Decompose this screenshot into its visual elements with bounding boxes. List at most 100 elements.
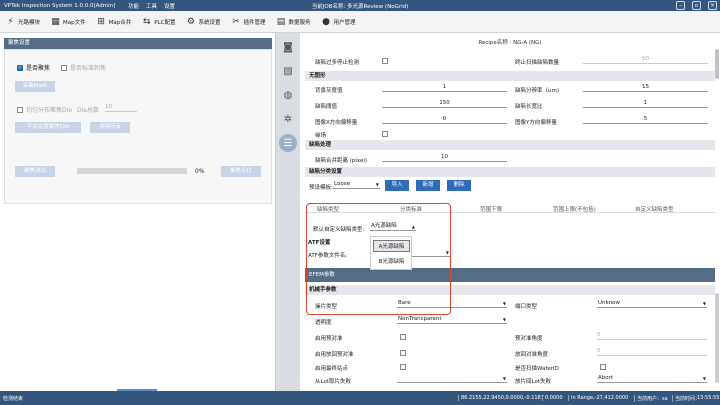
final-site-label: 启用最终站点: [315, 366, 349, 372]
image-icon[interactable]: ▧: [279, 62, 297, 80]
menu-bar: 功能 工具 设置: [128, 2, 175, 10]
settings-wheel-icon[interactable]: ✲: [279, 110, 297, 128]
max-defect-count-label: 终止扫描缺陷数量: [515, 60, 560, 66]
chevron-down-icon: ▼: [502, 317, 506, 322]
toolbar-map-merge[interactable]: ⊞ Map合并: [96, 16, 131, 27]
merge-distance-input[interactable]: 10: [382, 153, 507, 162]
toolbar-light-module[interactable]: ⚡ 光路模块: [5, 16, 40, 27]
mark-checkbox[interactable]: [61, 64, 67, 71]
focus-progress-bar: [77, 168, 187, 174]
toolbar-plc[interactable]: ⇆ PLC配置: [141, 16, 176, 27]
stop-on-defects-checkbox[interactable]: [382, 58, 388, 64]
menu-function[interactable]: 功能: [128, 2, 139, 10]
port-type-label: 端口类型: [515, 304, 538, 310]
section-no-pattern: 无图形: [305, 71, 715, 81]
range-readout: In Range,-27,412.0000: [568, 395, 628, 401]
focus-test-button[interactable]: 聚焦测试: [15, 166, 55, 177]
edge-field-checkbox[interactable]: [382, 131, 388, 137]
add-button[interactable]: 新增: [416, 180, 440, 191]
wafer-icon[interactable]: ◍: [279, 86, 297, 104]
coords-readout: 86.2155,22.9450,0.0000,-0.1187: [458, 395, 544, 401]
image-y-offset-input[interactable]: 5: [583, 115, 708, 124]
gear-icon: ⚙: [186, 16, 195, 27]
toolbar-system-settings[interactable]: ⚙ 系统设置: [185, 16, 221, 27]
title-bar: VPTek Inspection System 1.0.0.0[Admin] 功…: [0, 0, 720, 11]
menu-tools[interactable]: 工具: [146, 2, 157, 10]
database-icon: ▤: [276, 16, 286, 27]
putback-angle-input[interactable]: 0: [597, 347, 707, 356]
defect-resolution-input[interactable]: 15: [583, 83, 708, 92]
toolbar-plugin[interactable]: ✂ 插件管理: [230, 16, 265, 27]
minimize-button[interactable]: –: [676, 1, 685, 10]
lot-return-fail-select[interactable]: Abort ▼: [597, 374, 707, 383]
recipe-title: Recipe名称 : NG-A (NG): [478, 40, 542, 46]
import-button[interactable]: 导入: [385, 180, 409, 191]
toolbar-user[interactable]: ● 用户管理: [321, 16, 355, 27]
scan-waferid-checkbox[interactable]: [600, 364, 606, 370]
prealign-angle-input[interactable]: 0: [597, 331, 707, 340]
mark-label: 是否标准判焦: [70, 65, 107, 72]
preset-template-select[interactable]: Loose ▼: [333, 180, 380, 189]
current-user: 当前用户：sa: [634, 394, 668, 402]
plugin-icon: ✂: [232, 16, 240, 27]
lot-pick-fail-label: 从Lot取片失败: [315, 379, 351, 385]
delete-button[interactable]: 删除: [447, 180, 471, 191]
camera-icon[interactable]: ◙: [279, 38, 297, 56]
efem-scrollbar[interactable]: [715, 293, 719, 383]
putback-prealign-label: 启用放回预对准: [315, 352, 354, 358]
close-button[interactable]: ×: [708, 1, 717, 10]
putback-prealign-checkbox[interactable]: [400, 350, 406, 356]
die-count-label: Die总数: [77, 107, 99, 114]
transparency-label: 透明度: [315, 320, 332, 326]
edge-field-label: 缘场: [315, 133, 327, 139]
custom-type-dropdown: A光源缺陷 B光源缺陷: [370, 236, 412, 270]
transparency-select[interactable]: NonTransparent ▼: [397, 315, 507, 324]
toolbar-database[interactable]: ▤ 数据服务: [276, 16, 311, 27]
side-icon-bar: ◙ ▧ ◍ ✲ ☰: [275, 33, 300, 391]
stop-on-defects-label: 缺陷过多停止检测: [315, 60, 360, 66]
defect-ratio-input[interactable]: 1: [583, 99, 708, 108]
progress-text: 0%: [195, 168, 205, 175]
bg-gray-input[interactable]: 1: [382, 83, 507, 92]
manual-focus-die-button[interactable]: 手动设置聚焦Die: [15, 122, 81, 133]
die-count-input[interactable]: 10: [105, 103, 137, 112]
putback-angle-label: 放回对准角度: [515, 352, 549, 358]
image-x-offset-label: 图像X方向偏移量: [315, 120, 358, 126]
left-pane: 聚焦设置 ✓ 是否聚焦 是否标准判焦 采集Mark 均匀分布聚焦Die Die总…: [0, 33, 274, 401]
collect-mark-button[interactable]: 采集Mark: [15, 81, 55, 92]
user-icon: ●: [322, 16, 330, 27]
status-text: 检测结束: [3, 395, 24, 402]
image-x-offset-input[interactable]: 0: [382, 115, 507, 124]
maximize-button[interactable]: ▫: [692, 1, 701, 10]
max-defect-count-input[interactable]: 50: [583, 55, 708, 64]
col-custom-type: 自定义缺陷类型: [635, 207, 674, 213]
focus-checkbox[interactable]: ✓: [17, 64, 23, 71]
chevron-down-icon: ▼: [702, 376, 706, 381]
time-label: 当前时间：: [672, 394, 700, 402]
final-site-checkbox[interactable]: [400, 364, 406, 370]
status-bar: 检测结束 86.2155,22.9450,0.0000,-0.1187 0.00…: [0, 391, 720, 405]
chevron-down-icon: ▼: [702, 301, 706, 306]
scan-waferid-label: 是否扫描WaferID: [515, 366, 559, 372]
toolbar-map-file[interactable]: ▦ Map文件: [50, 16, 85, 27]
defect-threshold-input[interactable]: 150: [382, 99, 507, 108]
image-y-offset-label: 图像Y方向偏移量: [515, 120, 557, 126]
port-type-select[interactable]: Unknow ▼: [597, 299, 707, 308]
lot-pick-fail-select[interactable]: ▼: [397, 374, 507, 383]
dropdown-option-a[interactable]: A光源缺陷: [373, 240, 410, 252]
col-upper: 范围上限(不包括): [553, 207, 596, 213]
col-lower: 范围下限: [480, 207, 503, 213]
prealign-checkbox[interactable]: [400, 334, 406, 340]
dropdown-option-b[interactable]: B光源缺陷: [373, 256, 410, 268]
menu-settings[interactable]: 设置: [164, 2, 175, 10]
section-defect-processing: 缺陷处理: [305, 140, 715, 150]
distribute-checkbox[interactable]: [17, 106, 23, 113]
section-defect-classification: 缺陷分类设置: [305, 167, 715, 177]
checklist-icon[interactable]: ☰: [279, 134, 297, 152]
defect-threshold-label: 缺陷阈值: [315, 104, 338, 110]
focus-point-button[interactable]: 聚焦点位: [221, 166, 261, 177]
toolbar: ⚡ 光路模块 ▦ Map文件 ⊞ Map合并 ⇆ PLC配置 ⚙ 系统设置 ✂ 插件管理 ▤…: [0, 11, 720, 33]
current-time: 13:55:55: [697, 395, 720, 401]
vertical-scrollbar[interactable]: [715, 49, 719, 79]
clear-all-button[interactable]: 清除所有: [90, 122, 130, 133]
